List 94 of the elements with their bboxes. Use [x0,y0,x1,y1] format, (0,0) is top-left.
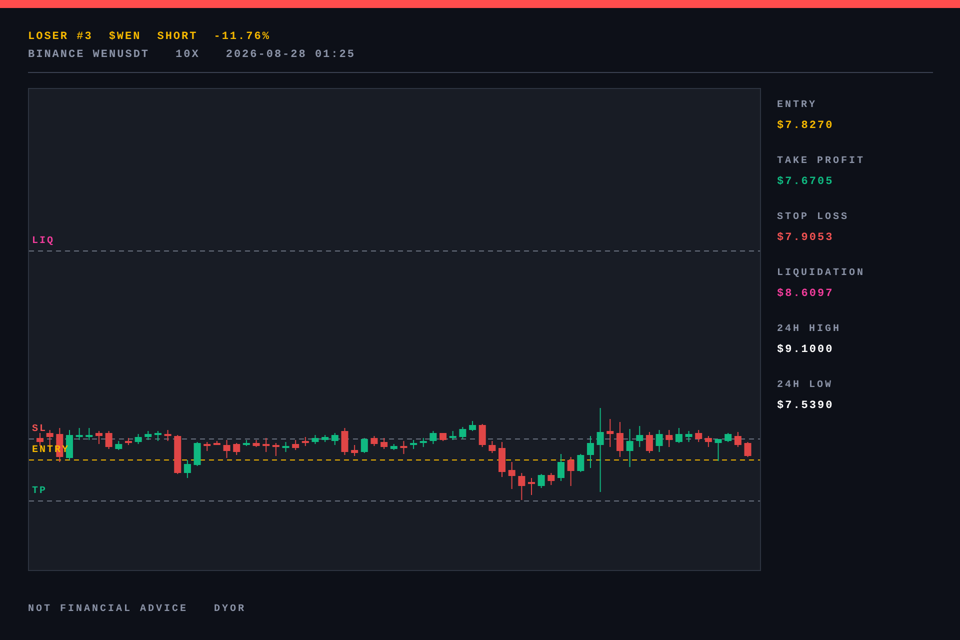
candlestick [292,440,300,450]
stat-label: ENTRY [777,100,818,112]
candlestick [616,422,624,458]
header-title-text: -11.76% [214,30,270,44]
candlestick [567,456,574,486]
candlestick [675,428,682,444]
candlestick [558,454,564,482]
header-title-text: LOSER #3 [28,30,93,44]
candlestick [312,434,319,444]
candlestick [242,440,250,446]
candlestick [488,440,496,454]
candlestick [577,454,584,472]
candlestick [420,438,427,448]
candlestick [380,438,388,450]
candlestick [430,430,437,444]
candlestick [302,436,309,446]
candlestick [36,432,44,446]
price-level-label: TP [32,486,48,498]
candlestick [194,442,201,466]
candlestick [164,430,172,442]
candlestick [695,430,702,442]
candlestick [390,444,398,450]
header-meta-text: 10X [176,48,200,62]
candlestick [115,440,122,450]
candlestick [252,440,260,448]
stat-label: LIQUIDATION [777,268,866,280]
candlestick [498,442,506,478]
candlestick [223,440,230,458]
candlestick [626,428,634,468]
candlestick [86,428,93,440]
disclaimer-text: DYOR [214,604,246,616]
candlestick [370,436,378,446]
header-meta-text: BINANCE WENUSDT [28,48,150,62]
stat-label: STOP LOSS [777,212,850,224]
candlestick [469,420,476,432]
candlestick [714,438,722,462]
candlestick [410,440,418,450]
candlestick [282,442,290,452]
candlestick [262,438,270,452]
candlestick [538,474,545,488]
candlestick [204,442,211,452]
candlestick [734,432,742,448]
candlestick [724,432,732,442]
candlestick [76,428,83,440]
stat-value: $7.9053 [777,231,835,245]
candlestick [478,424,486,448]
stat-value: $7.5390 [777,399,835,413]
candlestick [105,430,112,450]
stat-value: $7.6705 [777,175,835,189]
candlestick [66,430,73,460]
candlestick [184,460,191,478]
header-meta-text: 2026-08-28 01:25 [226,48,356,62]
candlestick [656,430,663,452]
candlestick [666,430,673,448]
candlestick [174,434,182,474]
candlestick [134,434,142,444]
candlestick [704,436,712,448]
stat-value: $7.8270 [777,119,835,133]
candlestick [528,478,535,496]
candlestick [400,440,408,454]
candlestick [233,442,240,456]
candlestick [636,426,644,448]
stat-value: $8.6097 [777,287,835,301]
header-title-text: $WEN [108,30,142,44]
candlestick [685,430,692,442]
price-level-label: SL [32,424,48,436]
candlestick [351,444,358,456]
candlestick [440,432,447,442]
candlestick [331,432,338,446]
candlestick [213,440,220,445]
candlestick [518,472,526,500]
candlestick [272,442,280,456]
candlestick [606,418,614,448]
candlestick [322,434,329,442]
candlestick [586,436,594,468]
candlestick [508,462,516,490]
candlestick [548,472,555,486]
candlestick [646,432,653,454]
stat-label: TAKE PROFIT [777,156,866,168]
stat-value: $9.1000 [777,343,835,357]
candlestick [360,438,368,454]
candlestick [744,442,752,458]
candlestick [459,426,466,440]
candlestick [341,428,348,456]
candlestick [154,430,162,442]
candlestick [144,430,152,440]
candlestick [95,430,102,444]
candlestick [124,438,132,446]
candlestick [449,430,456,440]
header-title-text: SHORT [157,30,198,44]
stat-label: 24H LOW [777,380,834,392]
disclaimer-text: NOT FINANCIAL ADVICE [28,604,188,616]
stat-label: 24H HIGH [777,324,842,336]
price-level-label: LIQ [32,236,55,248]
